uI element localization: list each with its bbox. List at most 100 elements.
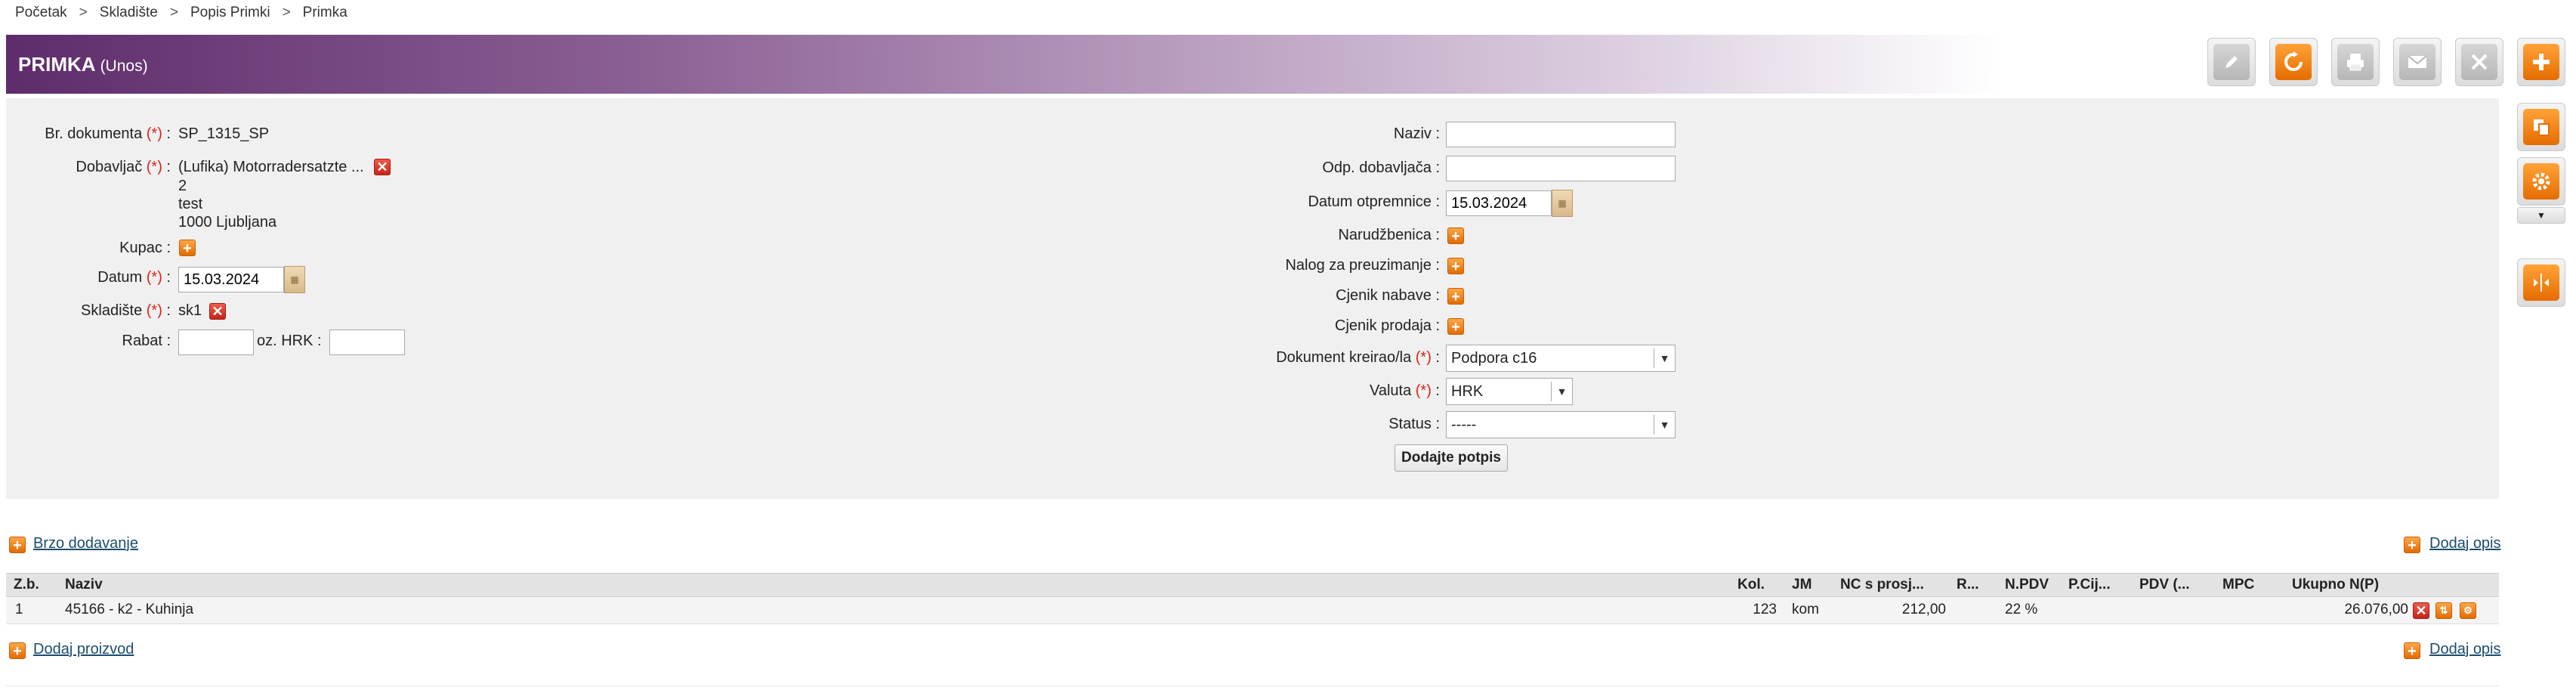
calendar-icon[interactable]: ▦ <box>284 266 305 293</box>
dokument-kreirao-value: Podpora c16 <box>1451 349 1537 367</box>
col-zb: Z.b. <box>14 577 39 593</box>
narudzbenica-label: Narudžbenica : <box>1338 227 1440 243</box>
col-mpc: MPC <box>2222 577 2255 593</box>
col-ukupno: Ukupno N(P) <box>2292 577 2380 593</box>
breadcrumb: Početak > Skladište > Popis Primki > Pri… <box>15 5 347 21</box>
page-title: PRIMKA (Unos) <box>18 53 148 76</box>
copy-button[interactable] <box>2517 103 2565 151</box>
status-label: Status : <box>1388 416 1440 432</box>
dodaj-opis-link-bottom[interactable]: Dodaj opis <box>2429 641 2501 658</box>
dodaj-opis-link-top[interactable]: Dodaj opis <box>2429 535 2501 552</box>
cell-naziv: 45166 - k2 - Kuhinja <box>65 602 194 617</box>
valuta-label: Valuta (*) : <box>1369 382 1440 399</box>
add-cjenik-nabave-icon[interactable]: + <box>1447 288 1464 305</box>
refresh-icon <box>2275 44 2312 80</box>
split-button[interactable] <box>2517 258 2565 307</box>
nalog-za-preuzimanje-label: Nalog za preuzimanje : <box>1285 257 1440 274</box>
oz-hrk-field[interactable] <box>329 330 405 355</box>
cell-ukupno: 26.076,00 <box>2344 602 2408 617</box>
close-button[interactable] <box>2455 38 2503 86</box>
brzo-dodavanje-link[interactable]: Brzo dodavanje <box>33 535 138 552</box>
col-kol: Kol. <box>1737 577 1765 593</box>
add-cjenik-prodaja-icon[interactable]: + <box>1447 318 1464 336</box>
settings-dropdown-button[interactable]: ▼ <box>2517 207 2565 224</box>
edit-button[interactable] <box>2207 38 2256 86</box>
cell-jm: kom <box>1792 602 1819 617</box>
add-narudzbenica-icon[interactable]: + <box>1447 227 1464 245</box>
add-icon: + <box>9 537 26 554</box>
datum-label: Datum (*) : <box>97 269 171 286</box>
cell-nc: 212,00 <box>1901 602 1946 617</box>
print-button[interactable] <box>2331 38 2380 86</box>
delete-row-icon[interactable]: ✕ <box>2413 602 2429 619</box>
add-kupac-icon[interactable]: + <box>179 240 196 257</box>
col-naziv: Naziv <box>65 577 103 593</box>
dodaj-proizvod-link[interactable]: Dodaj proizvod <box>33 641 134 658</box>
breadcrumb-link-pocetak[interactable]: Početak <box>15 5 67 21</box>
cell-kol: 123 <box>1753 602 1777 617</box>
add-icon: + <box>2404 537 2420 554</box>
naziv-field[interactable] <box>1446 122 1676 147</box>
settings-button[interactable] <box>2517 157 2565 206</box>
datum-field[interactable] <box>178 267 284 292</box>
col-jm: JM <box>1792 577 1812 593</box>
dobavljac-name: (Lufika) Motorradersatzte ... <box>178 159 364 175</box>
add-nalog-icon[interactable]: + <box>1447 258 1464 275</box>
cell-zb: 1 <box>15 602 23 617</box>
skladiste-value: sk1 <box>178 302 202 319</box>
valuta-value: HRK <box>1451 382 1484 400</box>
col-pcij: P.Cij... <box>2068 577 2111 593</box>
edit-icon <box>2213 44 2250 80</box>
dobavljac-line-2: 2 <box>178 178 187 194</box>
valuta-select[interactable]: HRK ▼ <box>1446 378 1573 405</box>
oz-hrk-label: oz. HRK : <box>257 333 322 349</box>
breadcrumb-separator: > <box>282 5 291 20</box>
refresh-button[interactable] <box>2269 38 2318 86</box>
add-button[interactable] <box>2517 38 2565 86</box>
remove-skladiste-icon[interactable]: ✕ <box>209 303 226 320</box>
br-dokumenta-value: SP_1315_SP <box>178 125 270 142</box>
print-icon <box>2337 44 2374 80</box>
page-mode: (Unos) <box>100 57 148 75</box>
odp-dobavljaca-field[interactable] <box>1446 156 1676 181</box>
mail-icon <box>2399 44 2435 80</box>
cjenik-prodaja-label: Cjenik prodaja : <box>1335 317 1440 334</box>
breadcrumb-link-skladiste[interactable]: Skladište <box>100 5 158 21</box>
cell-npdv: 22 % <box>2005 602 2038 617</box>
col-pdv: PDV (... <box>2139 577 2190 593</box>
dokument-kreirao-select[interactable]: Podpora c16 ▼ <box>1446 345 1676 372</box>
rabat-label: Rabat : <box>122 333 171 349</box>
move-row-icon[interactable]: ⇅ <box>2435 602 2452 619</box>
dobavljac-line-3: test <box>178 196 203 212</box>
row-options-icon[interactable]: ⚙ <box>2460 602 2476 619</box>
table-row[interactable]: 1 45166 - k2 - Kuhinja 123 kom 212,00 22… <box>6 597 2499 624</box>
chevron-down-icon: ▼ <box>1654 348 1675 368</box>
remove-dobavljac-icon[interactable]: ✕ <box>374 159 391 175</box>
col-npdv: N.PDV <box>2005 577 2049 593</box>
table-header: Z.b. Naziv Kol. JM NC s prosj... R... N.… <box>6 573 2499 597</box>
odp-dobavljaca-label: Odp. dobavljača : <box>1322 159 1440 176</box>
col-r: R... <box>1957 577 1979 593</box>
skladiste-label: Skladište (*) : <box>81 302 171 319</box>
dobavljac-line-4: 1000 Ljubljana <box>178 214 277 231</box>
settings-icon <box>2523 163 2559 200</box>
copy-icon <box>2523 109 2559 145</box>
add-icon: + <box>2404 642 2420 660</box>
divider <box>6 685 2499 686</box>
mail-button[interactable] <box>2393 38 2442 86</box>
dobavljac-label: Dobavljač (*) : <box>76 159 171 175</box>
breadcrumb-current: Primka <box>302 5 347 20</box>
kupac-label: Kupac : <box>119 240 171 256</box>
breadcrumb-link-popis-primki[interactable]: Popis Primki <box>190 5 270 21</box>
datum-otpremnice-field[interactable] <box>1446 190 1552 216</box>
rabat-field[interactable] <box>178 330 254 355</box>
page-header-band <box>6 35 2499 94</box>
chevron-down-icon: ▼ <box>1551 382 1572 401</box>
add-icon <box>2523 44 2559 80</box>
chevron-down-icon: ▼ <box>1654 415 1675 435</box>
breadcrumb-separator: > <box>169 5 178 20</box>
add-signature-button[interactable]: Dodajte potpis <box>1395 444 1508 472</box>
add-icon: + <box>9 642 26 660</box>
calendar-icon[interactable]: ▦ <box>1552 190 1573 217</box>
status-select[interactable]: ----- ▼ <box>1446 411 1676 438</box>
